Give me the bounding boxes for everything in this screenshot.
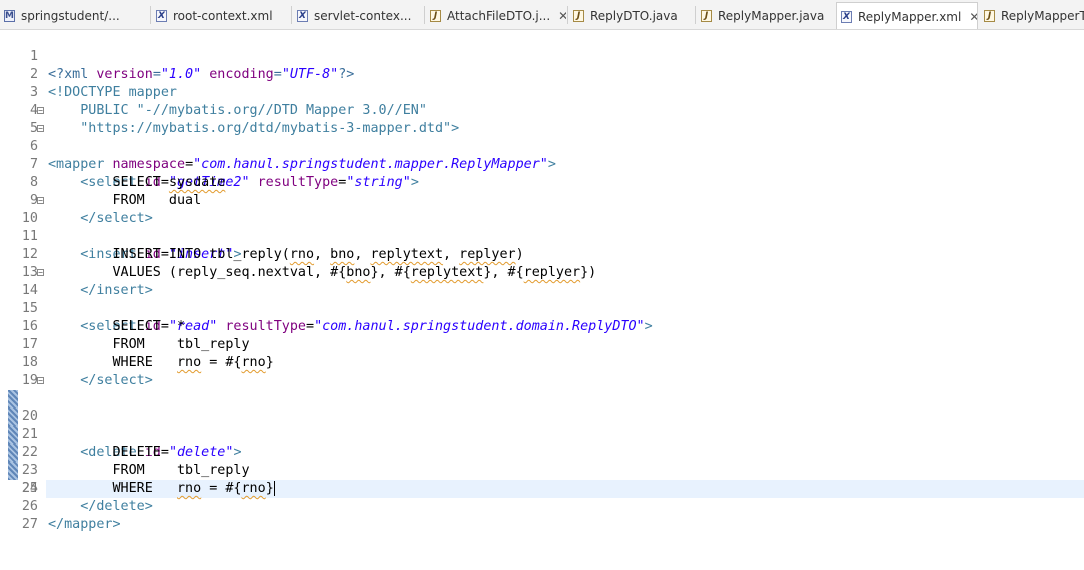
fold-toggle-icon[interactable]: − <box>37 125 44 133</box>
code-line: 16 FROM tbl_reply <box>0 300 1084 352</box>
code-text[interactable]: </mapper> <box>46 516 1084 534</box>
code-line: 15 SELECT * <box>0 282 1084 334</box>
code-line: 14 − <select id="read" resultType="com.h… <box>0 264 1084 335</box>
tab-servlet-context-xml[interactable]: X servlet-contex... <box>293 3 423 28</box>
code-line: 22 FROM tbl_reply <box>0 408 1084 478</box>
close-tab-icon[interactable]: ✕ <box>558 9 566 23</box>
code-line: 6 − <select id="getTime2" resultType="st… <box>0 120 1084 191</box>
code-line: 26 </mapper> <box>0 480 1084 532</box>
code-line: 25 <box>0 462 1084 496</box>
code-line: 5 − <mapper namespace="com.hanul.springs… <box>0 102 1084 173</box>
tab-divider <box>695 6 696 24</box>
code-line: 11 INSERT INTO tbl_reply(rno, bno, reply… <box>0 210 1084 262</box>
code-line: 10 − <insert id="insert"> <box>0 192 1084 263</box>
code-line: 3 PUBLIC "-//mybatis.org//DTD Mapper 3.0… <box>0 66 1084 118</box>
current-code-line: 23 WHERE rno = #{rno} <box>0 426 1084 498</box>
tab-replymapper-xml[interactable]: X ReplyMapper.xml ✕ <box>836 2 978 29</box>
tab-root-context-xml[interactable]: X root-context.xml <box>152 3 290 28</box>
code-line: 1 <?xml version="1.0" encoding="UTF-8"?> <box>0 30 1084 82</box>
xml-file-icon: X <box>156 9 167 22</box>
code-line: 8 FROM dual <box>0 156 1084 208</box>
code-line: 20 − <delete id="delete"> <box>0 372 1084 460</box>
code-line: 18 </select> <box>0 336 1084 388</box>
tab-label: servlet-contex... <box>314 8 412 23</box>
code-line: 27 <box>0 498 1084 532</box>
xml-source-editor[interactable]: 1 <?xml version="1.0" encoding="UTF-8"?>… <box>0 30 1084 532</box>
code-line: 7 SELECT sysdate <box>0 138 1084 190</box>
xml-file-icon: X <box>841 10 852 23</box>
editor-tab-bar: M springstudent/... X root-context.xml X… <box>0 0 1084 30</box>
tab-label: ReplyDTO.java <box>590 8 678 23</box>
java-file-icon: J <box>701 9 712 22</box>
tab-label: ReplyMapperTe <box>1001 8 1084 23</box>
code-line: 9 </select> <box>0 174 1084 226</box>
xml-file-icon: X <box>297 9 308 22</box>
code-line: 21 DELETE <box>0 390 1084 460</box>
code-line: 4 "https://mybatis.org/dtd/mybatis-3-map… <box>0 84 1084 136</box>
tab-divider <box>150 6 151 24</box>
tab-divider <box>291 6 292 24</box>
tab-divider <box>567 6 568 24</box>
fold-toggle-icon[interactable]: − <box>37 107 44 115</box>
line-number: 27 <box>21 517 38 532</box>
tab-replydto-java[interactable]: J ReplyDTO.java <box>569 3 694 28</box>
code-line: 17 WHERE rno = #{rno} <box>0 318 1084 370</box>
tab-replymapper-java[interactable]: J ReplyMapper.java <box>697 3 834 28</box>
code-line: 2 <!DOCTYPE mapper <box>0 48 1084 100</box>
code-line: 24 </delete> <box>0 444 1084 514</box>
tab-springstudent-pom[interactable]: M springstudent/... <box>0 3 150 28</box>
tab-replymappertest-java[interactable]: J ReplyMapperTe <box>980 3 1084 28</box>
code-line: 13 </insert> <box>0 246 1084 298</box>
tab-label: AttachFileDTO.j... <box>447 8 551 23</box>
tab-label: root-context.xml <box>173 8 273 23</box>
code-line: 12 VALUES (reply_seq.nextval, #{bno}, #{… <box>0 228 1084 280</box>
tab-label: ReplyMapper.xml <box>858 9 962 24</box>
java-file-icon: J <box>430 9 441 22</box>
fold-toggle-icon[interactable]: − <box>37 269 44 277</box>
tab-attachfiledto-java[interactable]: J AttachFileDTO.j... ✕ <box>426 3 566 28</box>
maven-pom-icon: M <box>4 9 15 22</box>
java-file-icon: J <box>573 9 584 22</box>
tab-label: springstudent/... <box>21 8 120 23</box>
code-line: 19 <box>0 354 1084 388</box>
fold-toggle-icon[interactable]: − <box>37 377 44 385</box>
code-text[interactable] <box>46 534 1084 552</box>
java-file-icon: J <box>984 9 995 22</box>
close-tab-icon[interactable]: ✕ <box>969 10 977 24</box>
tab-divider <box>424 6 425 24</box>
fold-toggle-icon[interactable]: − <box>37 197 44 205</box>
tab-label: ReplyMapper.java <box>718 8 825 23</box>
